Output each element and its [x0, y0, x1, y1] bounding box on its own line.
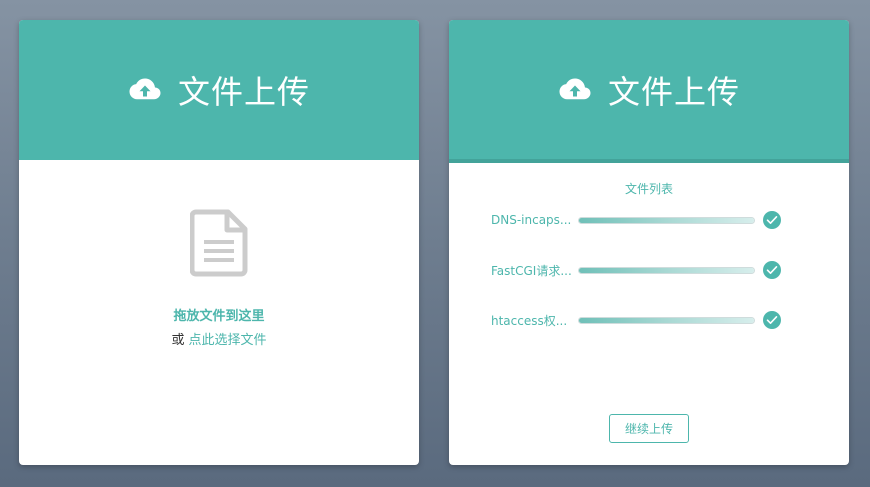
- file-name: DNS-incaps...: [491, 213, 572, 227]
- card-header: 文件上传: [19, 20, 419, 160]
- upload-card-right: 文件上传 文件列表 DNS-incaps... FastCGI请求... hta…: [449, 20, 849, 465]
- cloud-upload-icon: [558, 77, 592, 103]
- file-row: FastCGI请求...: [491, 260, 791, 280]
- progress-bar: [578, 316, 755, 324]
- progress-fill: [579, 267, 754, 273]
- progress-fill: [579, 317, 754, 323]
- check-icon: [763, 211, 781, 229]
- drop-title: 拖放文件到这里: [173, 309, 265, 324]
- file-row: DNS-incaps...: [491, 210, 791, 230]
- file-name: FastCGI请求...: [491, 263, 572, 278]
- drop-subtitle: 或点此选择文件: [171, 329, 266, 348]
- select-file-link[interactable]: 点此选择文件: [189, 333, 267, 348]
- progress-bar: [578, 216, 755, 224]
- progress-bar: [578, 266, 755, 274]
- file-list-title: 文件列表: [624, 182, 673, 196]
- check-icon: [763, 261, 781, 279]
- header-title: 文件上传: [607, 72, 740, 111]
- drop-zone[interactable]: 拖放文件到这里 或点此选择文件: [19, 160, 419, 465]
- file-name: htaccess权...: [491, 313, 568, 328]
- progress-fill: [579, 217, 754, 223]
- or-text: 或: [171, 333, 185, 348]
- upload-card-left: 文件上传 拖放文件到这里 或点此选择文件: [19, 20, 419, 465]
- cloud-upload-icon: [128, 77, 162, 103]
- header-title: 文件上传: [177, 73, 310, 111]
- check-icon: [763, 311, 781, 329]
- card-header: 文件上传: [449, 20, 849, 163]
- file-row: htaccess权...: [491, 310, 791, 330]
- continue-upload-button[interactable]: 继续上传: [609, 414, 689, 443]
- document-icon: [189, 209, 248, 277]
